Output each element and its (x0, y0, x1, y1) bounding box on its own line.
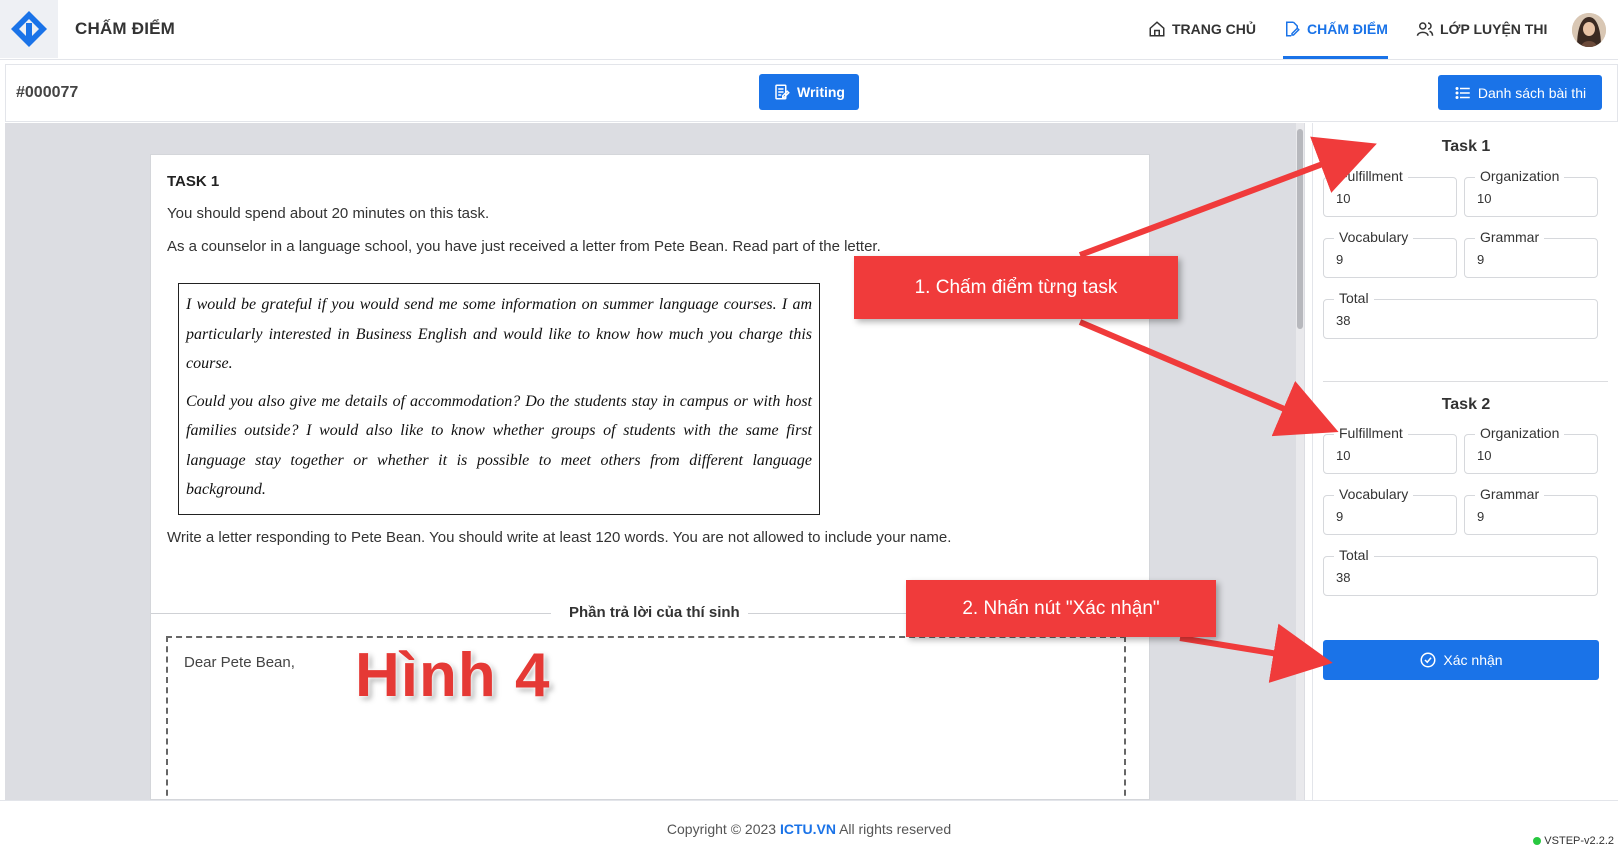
task2-vocabulary-field[interactable]: Vocabulary 9 (1323, 486, 1457, 535)
task-requirement: Write a letter responding to Pete Bean. … (167, 529, 952, 546)
task-instruction-time: You should spend about 20 minutes on thi… (167, 205, 490, 222)
app-logo[interactable] (0, 0, 58, 58)
confirm-button[interactable]: Xác nhận (1323, 640, 1599, 680)
nav-home-label: TRANG CHỦ (1172, 21, 1256, 37)
letter-excerpt: I would be grateful if you would send me… (178, 283, 820, 515)
task-heading: TASK 1 (167, 173, 220, 190)
home-icon (1149, 21, 1165, 37)
footer: Copyright © 2023 ICTU.VN All rights rese… (0, 800, 1618, 854)
exam-id: #000077 (16, 84, 79, 101)
task2-grammar-label: Grammar (1475, 486, 1545, 502)
confirm-button-label: Xác nhận (1443, 652, 1503, 668)
writing-button-label: Writing (797, 84, 845, 100)
exam-toolbar: #000077 Writing Danh sách bài thi (5, 64, 1618, 122)
task2-total-field: Total 38 (1323, 547, 1598, 596)
task2-fulfillment-label: Fulfillment (1334, 425, 1408, 441)
task1-organization-label: Organization (1475, 168, 1565, 184)
task1-fulfillment-value: 10 (1336, 191, 1351, 206)
task1-total-value: 38 (1336, 313, 1351, 328)
task2-organization-value: 10 (1477, 448, 1492, 463)
task1-fulfillment-field[interactable]: Fulfillment 10 (1323, 168, 1457, 217)
version-badge: VSTEP-v2.2.2 (1533, 835, 1614, 847)
status-dot-icon (1533, 837, 1542, 845)
candidate-answer-text: Dear Pete Bean, (184, 654, 295, 671)
logo-icon (11, 11, 47, 47)
task1-fulfillment-label: Fulfillment (1334, 168, 1408, 184)
task1-grammar-field[interactable]: Grammar 9 (1464, 229, 1598, 278)
exam-list-button-label: Danh sách bài thi (1477, 84, 1587, 101)
task1-total-label: Total (1334, 290, 1374, 306)
task1-organization-field[interactable]: Organization 10 (1464, 168, 1598, 217)
callout-step-1: 1. Chấm điểm từng task (854, 256, 1178, 319)
scrollbar[interactable] (1296, 123, 1304, 800)
letter-paragraph-2: Could you also give me details of accomm… (186, 392, 812, 499)
task2-fulfillment-field[interactable]: Fulfillment 10 (1323, 425, 1457, 474)
nav-classes[interactable]: LỚP LUYỆN THI (1416, 0, 1547, 58)
app-title: CHẤM ĐIỂM (75, 19, 176, 38)
list-icon (1455, 86, 1470, 99)
task2-score-title: Task 2 (1441, 396, 1491, 413)
task2-grammar-value: 9 (1477, 509, 1485, 524)
task1-score-title: Task 1 (1441, 138, 1491, 155)
copyright: Copyright © 2023 ICTU.VN All rights rese… (0, 821, 1618, 837)
divider-line-left (151, 613, 551, 614)
task1-vocabulary-label: Vocabulary (1334, 229, 1414, 245)
edit-document-icon (1286, 21, 1300, 37)
task1-organization-value: 10 (1477, 191, 1492, 206)
question-paper: TASK 1 You should spend about 20 minutes… (150, 154, 1151, 806)
task1-total-field: Total 38 (1323, 290, 1598, 339)
top-navigation-bar: CHẤM ĐIỂM TRANG CHỦ CHẤM ĐIỂM LỚP LUYỆN … (0, 0, 1618, 60)
exam-list-button[interactable]: Danh sách bài thi (1438, 75, 1602, 110)
figure-label-overlay: Hình 4 (355, 641, 551, 710)
task2-organization-field[interactable]: Organization 10 (1464, 425, 1598, 474)
task2-vocabulary-value: 9 (1336, 509, 1344, 524)
users-icon (1416, 22, 1434, 36)
task1-grammar-label: Grammar (1475, 229, 1545, 245)
task2-grammar-field[interactable]: Grammar 9 (1464, 486, 1598, 535)
task1-grammar-value: 9 (1477, 252, 1485, 267)
task2-total-label: Total (1334, 547, 1374, 563)
check-circle-icon (1420, 652, 1436, 668)
task2-organization-label: Organization (1475, 425, 1565, 441)
nav-classes-label: LỚP LUYỆN THI (1440, 21, 1548, 37)
copyright-prefix: Copyright © 2023 (666, 821, 777, 837)
task1-vocabulary-field[interactable]: Vocabulary 9 (1323, 229, 1457, 278)
letter-paragraph-1: I would be grateful if you would send me… (186, 296, 812, 372)
task-context: As a counselor in a language school, you… (167, 238, 881, 255)
version-text: VSTEP-v2.2.2 (1544, 835, 1614, 847)
copyright-suffix: All rights reserved (839, 821, 952, 837)
nav-grading[interactable]: CHẤM ĐIỂM (1283, 0, 1388, 59)
scoring-panel: Task 1 Fulfillment 10 Organization 10 Vo… (1312, 123, 1618, 800)
task2-total-value: 38 (1336, 570, 1351, 585)
notepad-icon (775, 84, 790, 100)
task2-vocabulary-label: Vocabulary (1334, 486, 1414, 502)
nav-home[interactable]: TRANG CHỦ (1148, 0, 1256, 58)
task1-vocabulary-value: 9 (1336, 252, 1344, 267)
answer-section-label: Phần trả lời của thí sinh (561, 604, 748, 621)
scrollbar-thumb[interactable] (1297, 129, 1303, 329)
nav-grading-label: CHẤM ĐIỂM (1307, 21, 1388, 37)
user-avatar[interactable] (1572, 13, 1606, 47)
copyright-brand-link[interactable]: ICTU.VN (780, 821, 836, 837)
task2-fulfillment-value: 10 (1336, 448, 1351, 463)
task-separator (1323, 381, 1608, 382)
avatar-icon (1572, 13, 1606, 47)
candidate-answer-box: Dear Pete Bean, (166, 636, 1126, 806)
callout-step-2: 2. Nhấn nút "Xác nhận" (906, 580, 1216, 637)
writing-button[interactable]: Writing (759, 74, 859, 110)
